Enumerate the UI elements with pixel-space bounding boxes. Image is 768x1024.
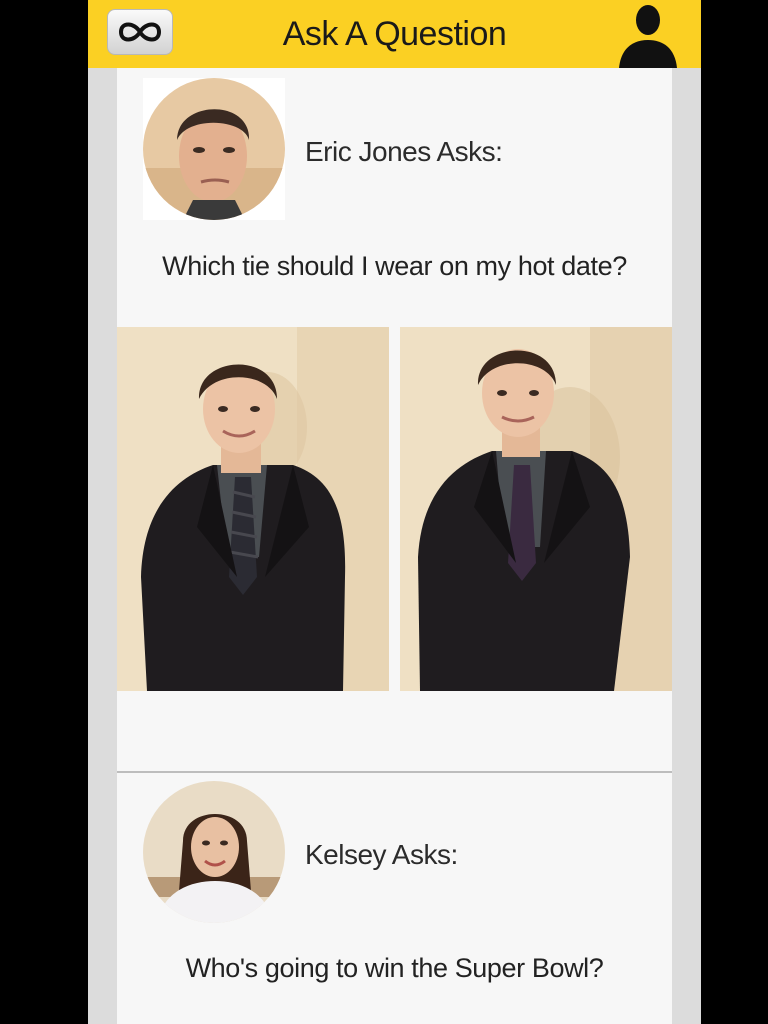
questions-feed[interactable]: Eric Jones Asks: Which tie should I wear… — [117, 68, 672, 1024]
option-photo-purple-tie[interactable] — [400, 327, 672, 691]
asker-avatar[interactable] — [143, 78, 285, 220]
question-card[interactable]: Eric Jones Asks: Which tie should I wear… — [117, 68, 672, 770]
page-title: Ask A Question — [282, 15, 507, 53]
top-bar: Ask A Question — [88, 0, 701, 68]
option-photo-patterned-tie[interactable] — [117, 327, 389, 691]
asker-name: Eric Jones Asks: — [305, 136, 503, 167]
app-screen: Ask A Question Eric Jones Asks: Which ti… — [88, 0, 701, 1024]
question-text: Who's going to win the Super Bowl? — [185, 953, 604, 983]
question-text: Which tie should I wear on my hot date? — [162, 251, 627, 281]
user-silhouette-icon — [619, 5, 677, 68]
question-card[interactable]: Kelsey Asks: Who's going to win the Supe… — [117, 771, 672, 1024]
profile-button[interactable] — [615, 2, 681, 68]
asker-avatar[interactable] — [143, 781, 285, 923]
asker-name: Kelsey Asks: — [305, 839, 458, 870]
